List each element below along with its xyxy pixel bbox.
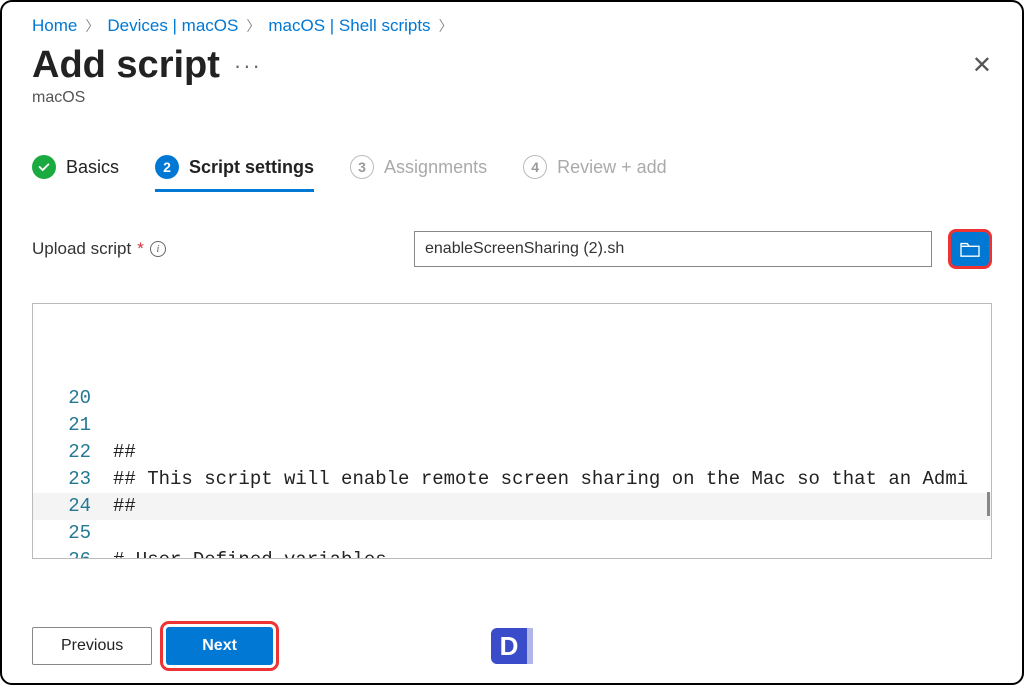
brand-logo: D bbox=[491, 628, 533, 664]
tab-label: Basics bbox=[66, 157, 119, 178]
breadcrumb-scripts[interactable]: macOS | Shell scripts bbox=[268, 16, 430, 36]
breadcrumb-devices[interactable]: Devices | macOS bbox=[107, 16, 238, 36]
code-text: ## bbox=[113, 493, 136, 520]
line-number: 22 bbox=[33, 439, 113, 466]
tab-basics[interactable]: Basics bbox=[32, 155, 119, 192]
code-line: 24## bbox=[33, 493, 991, 520]
next-button[interactable]: Next bbox=[166, 627, 273, 665]
wizard-footer: Previous Next D bbox=[32, 627, 992, 665]
step-number: 4 bbox=[523, 155, 547, 179]
code-text: ## bbox=[113, 439, 136, 466]
wizard-tabs: Basics 2 Script settings 3 Assignments 4… bbox=[32, 155, 992, 193]
tab-label: Assignments bbox=[384, 157, 487, 178]
scrollbar-thumb[interactable] bbox=[987, 492, 990, 516]
page-title: Add script bbox=[32, 44, 220, 87]
code-line: 20 bbox=[33, 385, 991, 412]
code-line: 26# User Defined variables bbox=[33, 547, 991, 559]
script-preview[interactable]: 202122##23## This script will enable rem… bbox=[32, 303, 992, 559]
breadcrumb: Home 〉 Devices | macOS 〉 macOS | Shell s… bbox=[32, 16, 992, 36]
code-line: 22## bbox=[33, 439, 991, 466]
page-subtitle: macOS bbox=[32, 89, 992, 107]
chevron-right-icon: 〉 bbox=[439, 16, 453, 36]
script-filename-input[interactable]: enableScreenSharing (2).sh bbox=[414, 231, 932, 267]
line-number: 26 bbox=[33, 547, 113, 559]
chevron-right-icon: 〉 bbox=[85, 16, 99, 36]
filename-value: enableScreenSharing (2).sh bbox=[425, 240, 624, 258]
breadcrumb-home[interactable]: Home bbox=[32, 16, 77, 36]
chevron-right-icon: 〉 bbox=[246, 16, 260, 36]
previous-button[interactable]: Previous bbox=[32, 627, 152, 665]
tab-script-settings[interactable]: 2 Script settings bbox=[155, 155, 314, 192]
code-text: # User Defined variables bbox=[113, 547, 387, 559]
required-asterisk: * bbox=[137, 239, 144, 259]
brand-bar bbox=[527, 628, 533, 664]
check-icon bbox=[32, 155, 56, 179]
line-number: 23 bbox=[33, 466, 113, 493]
tab-review[interactable]: 4 Review + add bbox=[523, 155, 667, 192]
tab-label: Script settings bbox=[189, 157, 314, 178]
more-icon[interactable]: ··· bbox=[234, 53, 262, 79]
code-line: 23## This script will enable remote scre… bbox=[33, 466, 991, 493]
close-icon[interactable]: ✕ bbox=[972, 51, 992, 80]
line-number: 24 bbox=[33, 493, 113, 520]
code-line: 21 bbox=[33, 412, 991, 439]
code-line: 25 bbox=[33, 520, 991, 547]
brand-letter: D bbox=[491, 628, 527, 664]
line-number: 21 bbox=[33, 412, 113, 439]
line-number: 25 bbox=[33, 520, 113, 547]
step-number: 3 bbox=[350, 155, 374, 179]
browse-file-button[interactable] bbox=[948, 229, 992, 269]
tab-label: Review + add bbox=[557, 157, 667, 178]
line-number: 20 bbox=[33, 385, 113, 412]
upload-script-label: Upload script bbox=[32, 239, 131, 259]
info-icon[interactable]: i bbox=[150, 241, 166, 257]
code-text: ## This script will enable remote screen… bbox=[113, 466, 968, 493]
folder-icon bbox=[959, 240, 981, 258]
step-number: 2 bbox=[155, 155, 179, 179]
tab-assignments[interactable]: 3 Assignments bbox=[350, 155, 487, 192]
